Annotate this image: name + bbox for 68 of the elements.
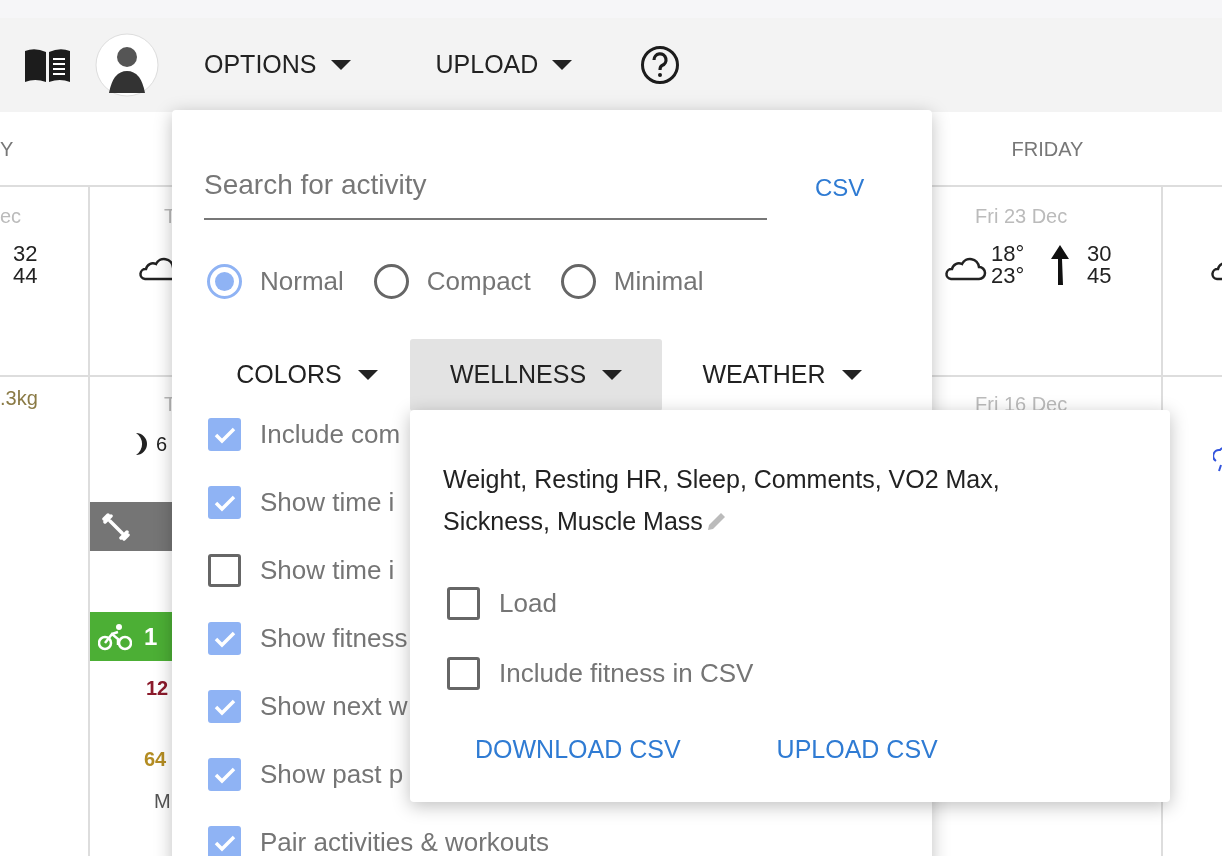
- wind-value: 30: [1087, 243, 1112, 265]
- book-icon[interactable]: [25, 48, 70, 82]
- sleep-value: 6: [156, 432, 168, 457]
- date-label: ec: [0, 204, 22, 229]
- menu-button[interactable]: OPTIONS: [204, 46, 351, 84]
- search-field[interactable]: Search for activity: [204, 164, 767, 220]
- check-icon: [213, 629, 236, 648]
- dropdown-button[interactable]: COLORS: [204, 339, 410, 411]
- caret-icon: [357, 370, 378, 380]
- day-header: Y: [0, 136, 14, 162]
- avatar[interactable]: [95, 33, 159, 97]
- checkbox-label: Include com: [260, 418, 401, 451]
- ride-duration: 1: [144, 621, 158, 652]
- workout-bar[interactable]: [90, 502, 172, 551]
- radio-button[interactable]: [207, 264, 242, 299]
- radio-label: Compact: [426, 265, 531, 298]
- radio-label: Normal: [260, 265, 344, 298]
- checkbox-label: Show time i: [260, 486, 395, 519]
- caret-icon: [841, 370, 862, 380]
- check-icon: [213, 833, 236, 852]
- weight-value: .3kg: [0, 386, 38, 411]
- radio-button[interactable]: [373, 264, 409, 299]
- radio-label: Minimal: [613, 265, 704, 298]
- date-label: Fri 23 Dec: [975, 204, 1068, 229]
- wind-arrow-icon: [1049, 245, 1071, 287]
- caret-icon: [330, 60, 351, 70]
- radio-button[interactable]: [560, 264, 596, 299]
- checkbox[interactable]: [208, 554, 241, 587]
- day-header: FRIDAY: [1011, 136, 1084, 162]
- wind-value: 32: [13, 243, 38, 265]
- temperature: 18°: [991, 243, 1025, 265]
- checkbox[interactable]: [208, 622, 241, 655]
- csv-button[interactable]: DOWNLOAD CSV: [475, 731, 681, 769]
- checkbox-label: Show next w: [260, 690, 408, 723]
- check-icon: [213, 697, 236, 716]
- checkbox-label: Show past p: [260, 758, 404, 791]
- checkbox[interactable]: [447, 657, 480, 690]
- note-text: M: [154, 789, 171, 814]
- check-icon: [213, 425, 236, 444]
- checkbox-label: Show time i: [260, 554, 395, 587]
- checkbox-label: Load: [499, 587, 557, 620]
- temperature: 23°: [991, 265, 1025, 287]
- checkbox[interactable]: [208, 418, 241, 451]
- checkbox-label: Show fitness: [260, 622, 408, 655]
- check-icon: [213, 765, 236, 784]
- csv-button[interactable]: UPLOAD CSV: [776, 731, 938, 769]
- wind-value: 45: [1087, 265, 1112, 287]
- caret-icon: [602, 370, 623, 380]
- dumbbell-icon: [102, 512, 130, 541]
- checkbox[interactable]: [447, 587, 480, 620]
- csv-link[interactable]: CSV: [815, 170, 865, 206]
- checkbox[interactable]: [208, 758, 241, 791]
- menu-button[interactable]: UPLOAD: [435, 46, 573, 84]
- checkbox[interactable]: [208, 826, 241, 856]
- caret-icon: [552, 60, 573, 70]
- cyclist-icon: [98, 622, 132, 651]
- checkbox[interactable]: [208, 486, 241, 519]
- dropdown-button[interactable]: WEATHER: [662, 339, 902, 411]
- help-icon[interactable]: [640, 45, 681, 85]
- check-icon: [213, 493, 236, 512]
- wind-value: 44: [13, 265, 38, 287]
- fitness-value: 64: [144, 747, 167, 772]
- checkbox-label: Pair activities & workouts: [260, 826, 549, 856]
- wellness-fields: Weight, Resting HR, Sleep, Comments, VO2 Max, Sickness, Muscle Mass: [443, 458, 1083, 542]
- checkbox[interactable]: [208, 690, 241, 723]
- dropdown-button[interactable]: WELLNESS: [410, 339, 662, 411]
- load-value: 12: [146, 676, 169, 701]
- checkbox-label: Include fitness in CSV: [499, 657, 754, 690]
